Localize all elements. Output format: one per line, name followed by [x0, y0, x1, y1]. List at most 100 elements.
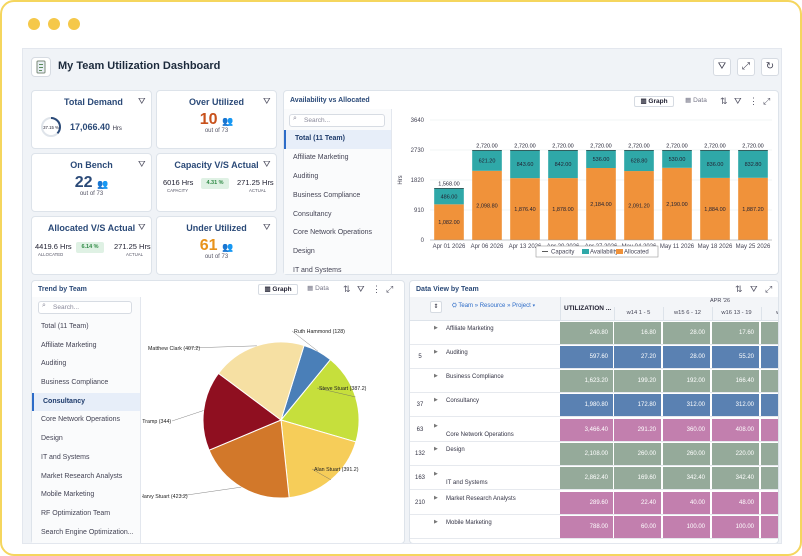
data-cell[interactable]: 40.00 — [663, 492, 711, 514]
team-list-item[interactable]: RF Optimization Team — [32, 505, 140, 524]
data-cell-overflow[interactable] — [761, 443, 778, 465]
filter-icon[interactable]: ⛛ — [138, 96, 146, 107]
kpi-capacity-vs-actual[interactable]: Capacity V/S Actual ⛛ 6016 Hrs CAPACITY … — [156, 153, 277, 212]
window-dot-2[interactable] — [48, 18, 60, 30]
team-list-item[interactable]: Design — [284, 243, 391, 262]
table-row[interactable]: 37 ▶ Consultancy 1,980.80 172.80 312.00 312.00 — [410, 393, 778, 417]
data-cell-overflow[interactable] — [761, 492, 778, 514]
team-list-item[interactable]: Business Compliance — [284, 187, 391, 206]
data-cell[interactable]: 192.00 — [663, 370, 711, 392]
data-cell[interactable]: 2,862.40 — [560, 467, 614, 489]
graph-toggle[interactable]: ▥ Graph — [258, 284, 298, 295]
data-cell[interactable]: 166.40 — [712, 370, 760, 392]
search-input[interactable]: Search... — [289, 114, 385, 127]
data-cell[interactable]: 260.00 — [663, 443, 711, 465]
table-row[interactable]: 5 ▶ Auditing 597.60 27.20 28.00 55.20 — [410, 345, 778, 369]
expand-caret-icon[interactable]: ▶ — [434, 397, 438, 403]
data-cell-overflow[interactable] — [761, 394, 778, 416]
data-cell[interactable]: 291.20 — [614, 419, 662, 441]
expand-caret-icon[interactable]: ▶ — [434, 373, 438, 379]
table-row[interactable]: 163 ▶ IT and Systems 2,862.40 169.60 342.40 34… — [410, 466, 778, 490]
window-dot-3[interactable] — [68, 18, 80, 30]
expand-caret-icon[interactable]: ▶ — [434, 423, 438, 429]
data-cell[interactable]: 289.60 — [560, 492, 614, 514]
hierarchy-selector[interactable]: ⛭ Team » Resource » Project ▾ — [452, 303, 535, 310]
team-list-item[interactable]: Core Network Operations — [32, 411, 140, 430]
filter-icon[interactable]: ⛛ — [138, 222, 146, 233]
data-toggle[interactable]: ▦ Data — [679, 96, 713, 107]
expand-icon[interactable]: ⤢ — [763, 96, 770, 107]
kpi-under-utilized[interactable]: Under Utilized ⛛ 61 👥 out of 73 — [156, 216, 277, 275]
data-cell[interactable]: 360.00 — [663, 419, 711, 441]
more-icon[interactable]: ⋮ — [372, 284, 381, 295]
data-cell[interactable]: 169.60 — [614, 467, 662, 489]
filter-icon[interactable]: ⛛ — [750, 284, 758, 295]
kpi-total-demand[interactable]: Total Demand ⛛ 37.15 % 17,066.40 Hrs — [31, 90, 152, 149]
filter-icon[interactable]: ⛛ — [263, 222, 271, 233]
data-cell[interactable]: 199.20 — [614, 370, 662, 392]
refresh-icon[interactable]: ↻ — [761, 58, 779, 76]
team-list-item[interactable]: Design — [32, 430, 140, 449]
team-list-item[interactable]: Search Engine Optimization... — [32, 524, 140, 543]
sort-icon[interactable]: ⇅ — [720, 96, 728, 107]
expand-icon[interactable]: ⤢ — [386, 284, 393, 295]
data-cell[interactable]: 597.60 — [560, 346, 614, 368]
week-header[interactable]: w15 6 - 12 — [663, 307, 711, 321]
data-cell[interactable]: 408.00 — [712, 419, 760, 441]
team-list-item[interactable]: Total (11 Team) — [284, 130, 391, 149]
expand-caret-icon[interactable]: ▶ — [434, 495, 438, 501]
data-cell[interactable]: 60.00 — [614, 516, 662, 538]
team-list-item[interactable]: Market Research Analysts — [32, 468, 140, 487]
data-cell[interactable]: 342.40 — [663, 467, 711, 489]
kpi-allocated-vs-actual[interactable]: Allocated V/S Actual ⛛ 4419.6 Hrs ALLOCA… — [31, 216, 152, 275]
data-cell[interactable]: 17.60 — [712, 322, 760, 344]
team-list-item[interactable]: Auditing — [32, 355, 140, 374]
window-dot-1[interactable] — [28, 18, 40, 30]
week-header[interactable]: w14 1 - 5 — [614, 307, 662, 321]
week-header[interactable]: w17 20 — [761, 307, 778, 321]
graph-toggle[interactable]: ▥ Graph — [634, 96, 674, 107]
data-cell[interactable]: 788.00 — [560, 516, 614, 538]
table-row[interactable]: ▶ Affiliate Marketing 240.80 16.80 28.00 17.6… — [410, 321, 778, 345]
team-list-item[interactable]: IT and Systems — [32, 449, 140, 468]
team-list-item[interactable]: Total (11 Team) — [32, 318, 140, 337]
data-cell[interactable]: 100.00 — [663, 516, 711, 538]
data-cell[interactable]: 2,108.00 — [560, 443, 614, 465]
team-list-item[interactable]: Business Compliance — [32, 374, 140, 393]
data-cell-overflow[interactable] — [761, 516, 778, 538]
search-input[interactable]: Search... — [38, 301, 132, 314]
filter-icon[interactable]: ⛛ — [734, 96, 742, 107]
data-cell[interactable]: 48.00 — [712, 492, 760, 514]
team-list-item[interactable]: Auditing — [284, 168, 391, 187]
data-cell[interactable]: 240.80 — [560, 322, 614, 344]
team-list-item[interactable]: IT and Systems — [284, 262, 391, 281]
data-cell-overflow[interactable] — [761, 346, 778, 368]
filter-icon[interactable]: ⛛ — [357, 284, 365, 295]
data-cell[interactable]: 342.40 — [712, 467, 760, 489]
data-cell[interactable]: 28.00 — [663, 322, 711, 344]
data-cell[interactable]: 260.00 — [614, 443, 662, 465]
table-row[interactable]: 63 ▶ Core Network Operations 3,466.40 291.20… — [410, 418, 778, 442]
data-cell-overflow[interactable] — [761, 322, 778, 344]
data-cell[interactable]: 172.80 — [614, 394, 662, 416]
filter-icon[interactable]: ⛛ — [263, 159, 271, 170]
data-cell[interactable]: 1,623.20 — [560, 370, 614, 392]
expand-icon[interactable]: ⤢ — [737, 58, 755, 76]
data-cell-overflow[interactable] — [761, 467, 778, 489]
data-toggle[interactable]: ▦ Data — [302, 284, 334, 295]
table-row[interactable]: ▶ Mobile Marketing 788.00 60.00 100.00 100.00 — [410, 515, 778, 539]
more-icon[interactable]: ⋮ — [749, 96, 758, 107]
data-cell[interactable]: 27.20 — [614, 346, 662, 368]
team-list-item[interactable]: Consultancy — [284, 206, 391, 225]
data-cell-overflow[interactable] — [761, 370, 778, 392]
filter-icon[interactable]: ⛛ — [713, 58, 731, 76]
expand-caret-icon[interactable]: ▶ — [434, 471, 438, 477]
data-cell[interactable]: 28.00 — [663, 346, 711, 368]
kpi-over-utilized[interactable]: Over Utilized ⛛ 10 👥 out of 73 — [156, 90, 277, 149]
team-list-item[interactable]: Core Network Operations — [284, 224, 391, 243]
filter-icon[interactable]: ⛛ — [138, 159, 146, 170]
team-list-item[interactable]: Mobile Marketing — [32, 486, 140, 505]
sort-icon[interactable]: ⇅ — [735, 284, 743, 295]
data-cell[interactable]: 55.20 — [712, 346, 760, 368]
team-list-item[interactable]: Consultancy — [32, 392, 140, 412]
